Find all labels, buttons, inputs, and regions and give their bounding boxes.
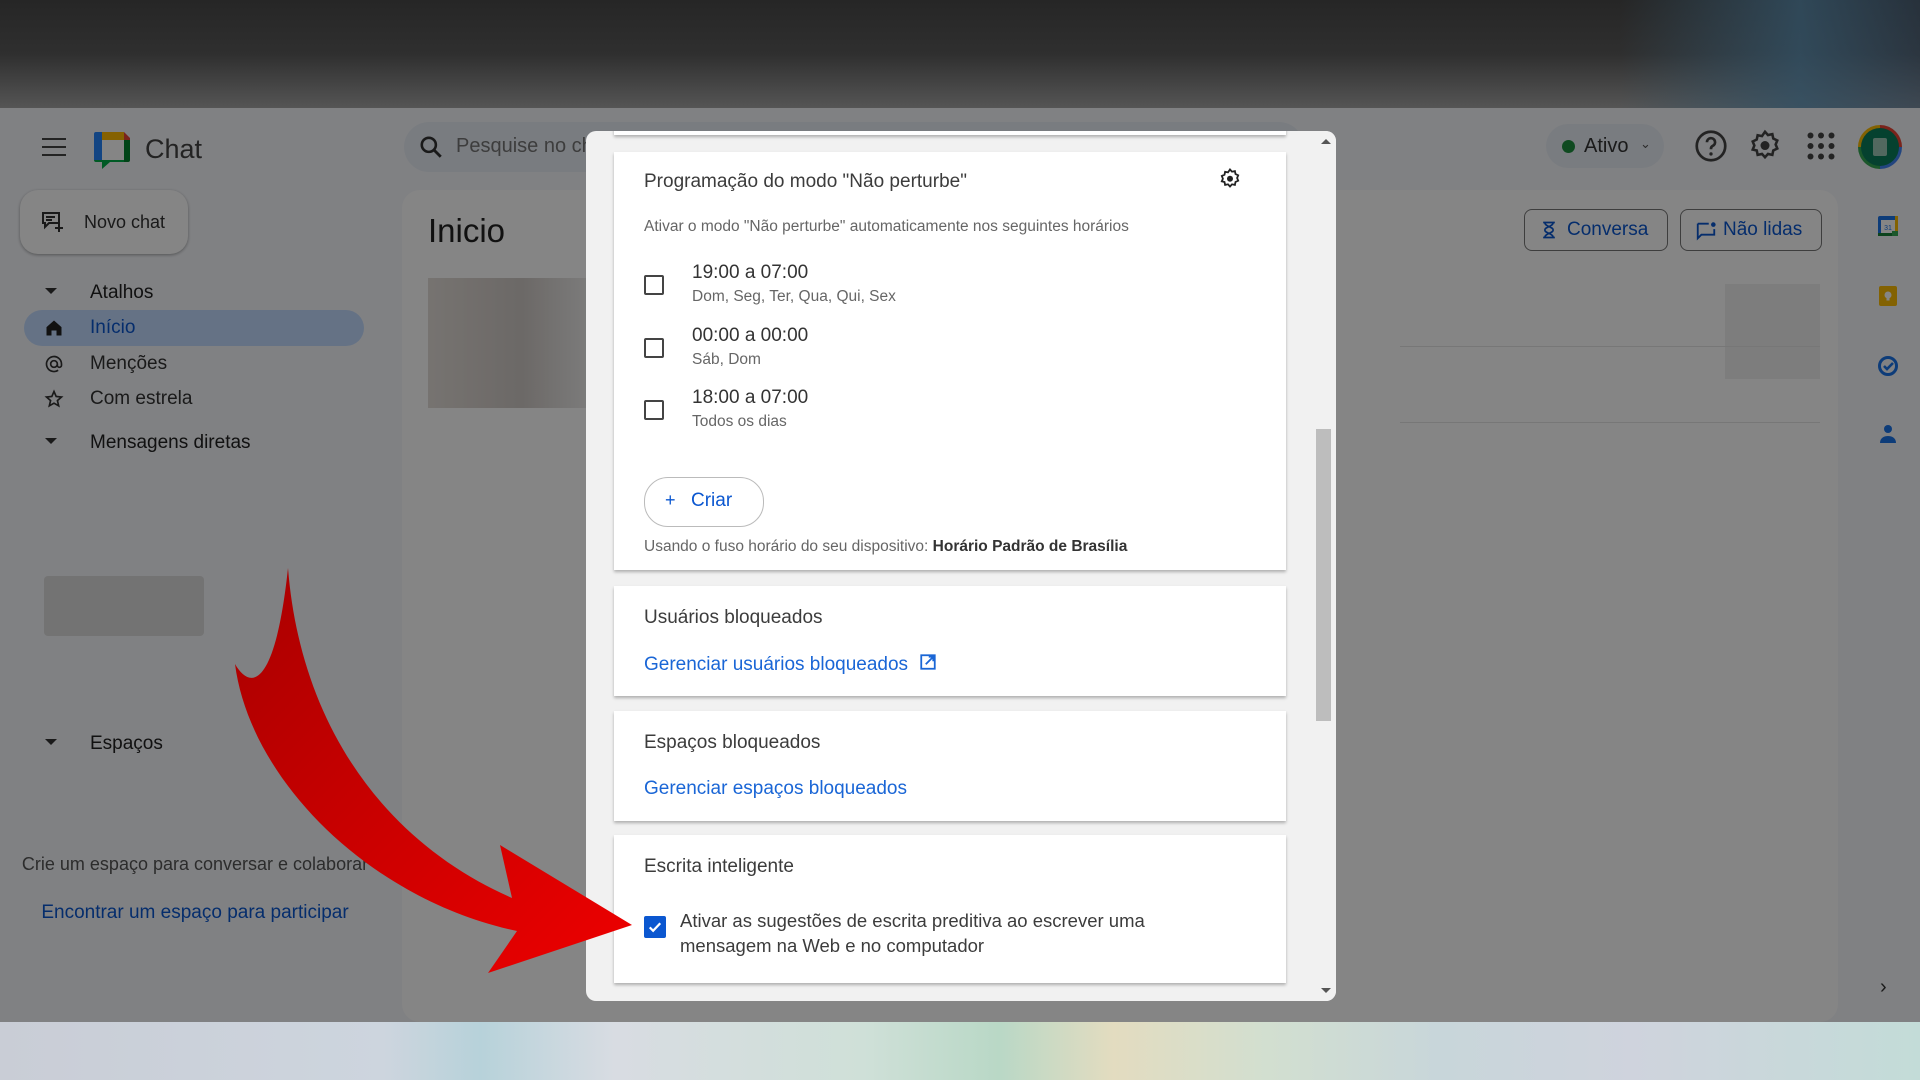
create-schedule-button[interactable]: + Criar [644,477,764,527]
dnd-title: Programação do modo "Não perturbe" [644,171,967,192]
plus-icon: + [665,490,676,510]
external-link-icon [920,654,936,670]
smart-compose-option-label: Ativar as sugestões de escrita preditiva… [680,910,1145,956]
blocked-spaces-title: Espaços bloqueados [644,732,821,753]
schedule-checkbox[interactable] [644,400,664,420]
timezone-text: Usando o fuso horário do seu dispositivo… [644,538,1127,556]
schedule-time: 18:00 a 07:00 [692,387,809,408]
schedule-checkbox[interactable] [644,275,664,295]
schedule-checkbox[interactable] [644,338,664,358]
scroll-down-arrow-icon[interactable] [1321,988,1331,993]
gear-icon[interactable] [1218,167,1242,191]
checkmark-icon [648,922,662,933]
schedule-time: 00:00 a 00:00 [692,325,809,346]
dnd-schedule-card: Programação do modo "Não perturbe" Ativa… [614,152,1286,570]
dnd-description: Ativar o modo "Não perturbe" automaticam… [644,218,1129,235]
create-label: Criar [691,490,733,511]
schedule-days: Dom, Seg, Ter, Qua, Qui, Sex [692,288,896,305]
settings-dialog: Programação do modo "Não perturbe" Ativa… [586,131,1336,1001]
schedule-time: 19:00 a 07:00 [692,262,809,283]
scrollbar[interactable] [1312,131,1336,1001]
blocked-spaces-card: Espaços bloqueados Gerenciar espaços blo… [614,711,1286,821]
smart-compose-checkbox[interactable] [644,916,666,938]
scrollbar-thumb[interactable] [1316,429,1331,721]
schedule-days: Todos os dias [692,413,787,430]
link-label: Gerenciar usuários bloqueados [644,654,909,675]
blurred-background-bottom [0,1022,1920,1080]
timezone-name: Horário Padrão de Brasília [932,538,1128,555]
blocked-users-title: Usuários bloqueados [644,607,823,628]
schedule-days: Sáb, Dom [692,351,761,368]
blocked-users-card: Usuários bloqueados Gerenciar usuários b… [614,586,1286,696]
settings-scroll-content: Programação do modo "Não perturbe" Ativa… [614,131,1286,1001]
scroll-up-arrow-icon[interactable] [1321,139,1331,144]
manage-blocked-spaces-link[interactable]: Gerenciar espaços bloqueados [644,778,907,800]
previous-card-bottom [614,131,1286,135]
smart-compose-title: Escrita inteligente [644,856,794,877]
timezone-prefix: Usando o fuso horário do seu dispositivo… [644,538,929,555]
blurred-background-top [0,0,1920,108]
smart-compose-card: Escrita inteligente Ativar as sugestões … [614,835,1286,983]
manage-blocked-users-link[interactable]: Gerenciar usuários bloqueados [644,653,937,676]
